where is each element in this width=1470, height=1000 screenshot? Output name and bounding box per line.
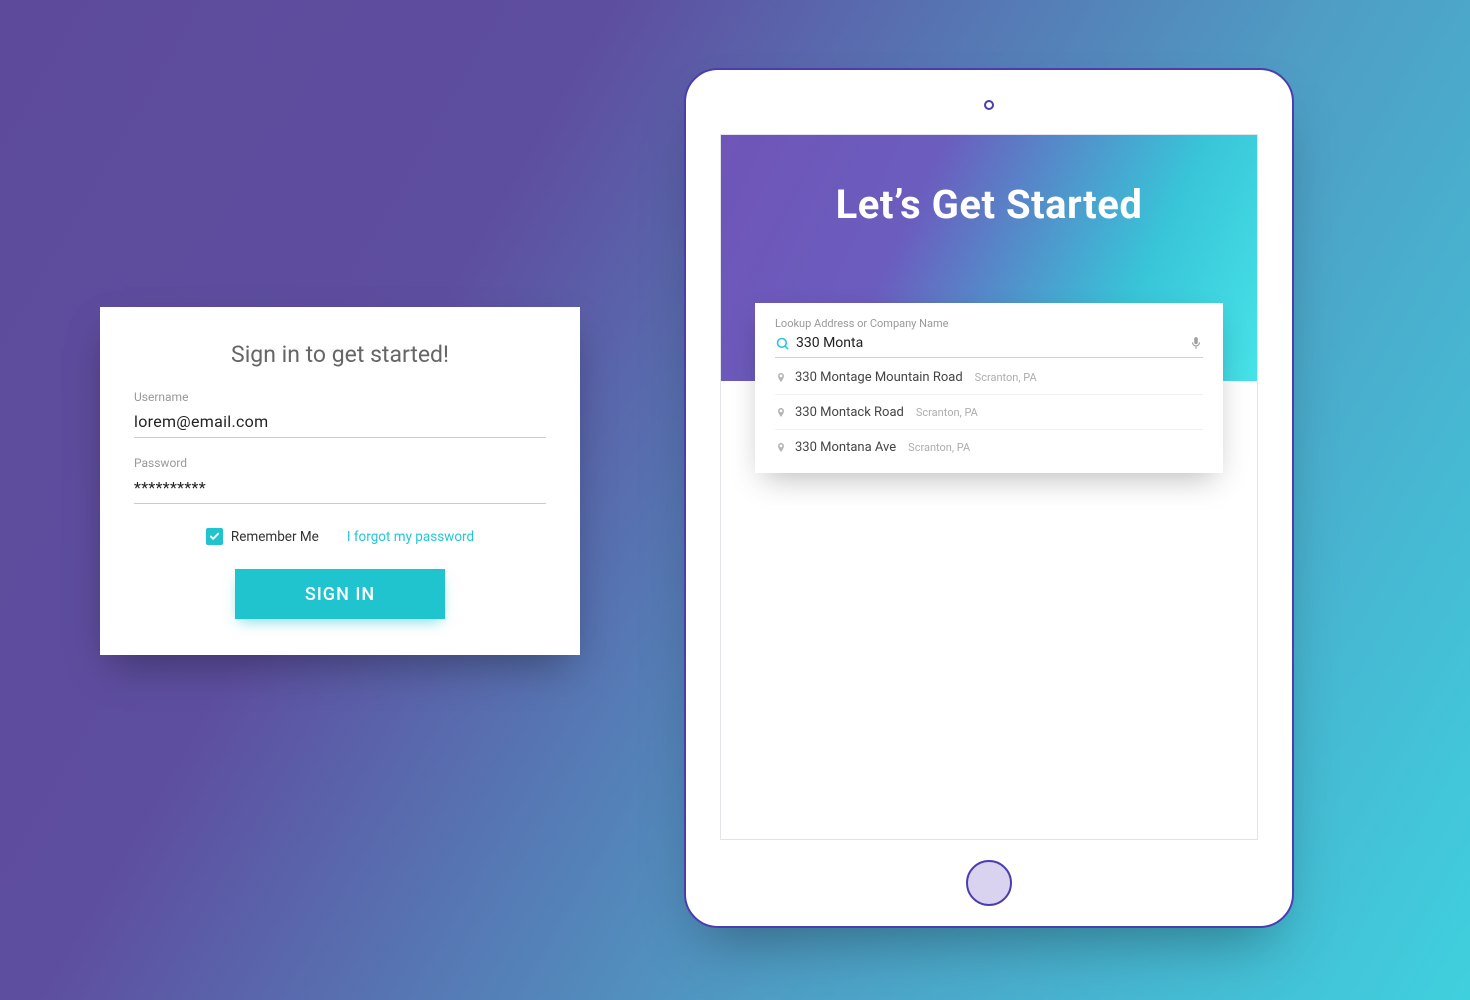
suggestion-item[interactable]: 330 Montack Road Scranton, PA (775, 395, 1203, 430)
tablet-screen: Let’s Get Started Lookup Address or Comp… (720, 134, 1258, 840)
pin-icon (775, 441, 787, 455)
lookup-input[interactable] (796, 335, 1189, 351)
suggestion-list: 330 Montage Mountain RoadScranton, PA330… (775, 360, 1203, 469)
search-icon (775, 336, 790, 351)
signin-card: Sign in to get started! Username Passwor… (100, 307, 580, 655)
pin-icon (775, 371, 787, 385)
password-input[interactable] (134, 474, 546, 504)
username-input[interactable] (134, 408, 546, 438)
suggestion-main: 330 Montana Ave (795, 440, 896, 455)
password-label: Password (134, 456, 546, 470)
suggestion-sub: Scranton, PA (908, 441, 970, 454)
suggestion-item[interactable]: 330 Montage Mountain Road Scranton, PA (775, 360, 1203, 395)
signin-button[interactable]: SIGN IN (235, 569, 445, 619)
suggestion-sub: Scranton, PA (916, 406, 978, 419)
tablet-device: Let’s Get Started Lookup Address or Comp… (684, 68, 1294, 928)
home-button[interactable] (966, 860, 1012, 906)
signin-options: Remember Me I forgot my password (134, 528, 546, 545)
microphone-icon[interactable] (1189, 336, 1203, 350)
suggestion-item[interactable]: 330 Montana Ave Scranton, PA (775, 430, 1203, 469)
username-label: Username (134, 390, 546, 404)
camera-icon (984, 100, 994, 110)
suggestion-sub: Scranton, PA (975, 371, 1037, 384)
signin-title: Sign in to get started! (134, 341, 546, 368)
suggestion-main: 330 Montack Road (795, 405, 904, 420)
remember-me-checkbox[interactable]: Remember Me (206, 528, 319, 545)
lookup-input-row (775, 330, 1203, 358)
suggestion-main: 330 Montage Mountain Road (795, 370, 963, 385)
lookup-card: Lookup Address or Company Name 330 Monta… (755, 303, 1223, 473)
forgot-password-link[interactable]: I forgot my password (347, 529, 474, 545)
pin-icon (775, 406, 787, 420)
remember-me-label: Remember Me (231, 529, 319, 545)
checkmark-icon (206, 528, 223, 545)
lookup-label: Lookup Address or Company Name (775, 317, 1203, 330)
